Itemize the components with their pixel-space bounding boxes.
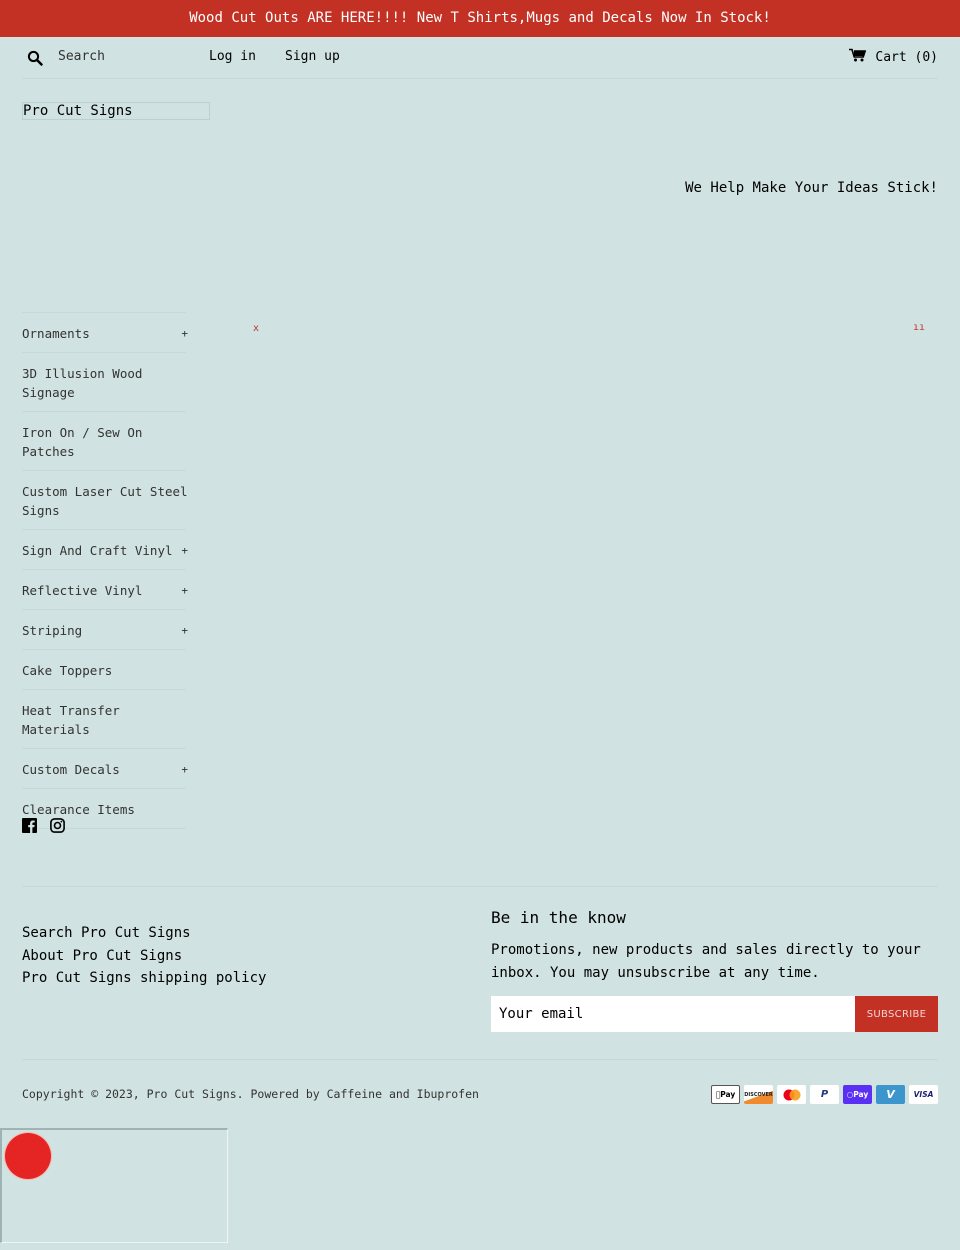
sidebar-item-heat-transfer[interactable]: Heat Transfer Materials	[22, 690, 186, 749]
sidebar-item-ornaments[interactable]: Ornaments +	[22, 313, 188, 353]
site-header: Log in Sign up Cart (0)	[22, 37, 938, 79]
sidebar-item-label: Striping	[22, 623, 83, 638]
site-logo[interactable]: Pro Cut Signs	[22, 102, 210, 120]
instagram-icon[interactable]	[50, 818, 65, 837]
expand-icon[interactable]: +	[181, 760, 188, 779]
cart-link[interactable]: Cart (0)	[849, 48, 938, 66]
chat-bubble-icon[interactable]	[5, 1133, 51, 1179]
sidebar-item-striping[interactable]: Striping +	[22, 610, 188, 650]
venmo-icon: V	[876, 1085, 905, 1104]
visa-icon: VISA	[909, 1085, 938, 1104]
sidebar-item-reflective-vinyl[interactable]: Reflective Vinyl +	[22, 570, 188, 610]
signup-link[interactable]: Sign up	[285, 49, 340, 64]
newsletter-section: Be in the know Promotions, new products …	[491, 908, 938, 1032]
search-icon[interactable]	[24, 47, 46, 69]
footer-link-search[interactable]: Search Pro Cut Signs	[22, 922, 266, 945]
announcement-text[interactable]: Wood Cut Outs ARE HERE!!!! New T Shirts,…	[189, 10, 771, 26]
search-input[interactable]	[58, 48, 188, 64]
sidebar-item-3d-illusion-wood-signage[interactable]: 3D Illusion Wood Signage	[22, 353, 186, 412]
sidebar-item-sign-and-craft-vinyl[interactable]: Sign And Craft Vinyl +	[22, 530, 188, 570]
footer-link-about[interactable]: About Pro Cut Signs	[22, 945, 266, 968]
sidebar-item-label: Custom Decals	[22, 762, 120, 777]
facebook-icon[interactable]	[22, 818, 37, 837]
apple-pay-icon: Pay	[711, 1085, 740, 1104]
expand-icon[interactable]: +	[181, 581, 188, 600]
sidebar-item-label: Reflective Vinyl	[22, 583, 143, 598]
footer-link-shipping[interactable]: Pro Cut Signs shipping policy	[22, 967, 266, 990]
payment-icons: Pay DISCOVER P ○Pay V VISA	[711, 1085, 938, 1104]
sidebar-item-custom-decals[interactable]: Custom Decals +	[22, 749, 188, 789]
sidebar-item-label: 3D Illusion Wood Signage	[22, 366, 143, 400]
newsletter-text: Promotions, new products and sales direc…	[491, 942, 921, 981]
sidebar-item-label: Ornaments	[22, 326, 90, 341]
paypal-icon: P	[810, 1085, 839, 1104]
sidebar-item-label: Iron On / Sew On Patches	[22, 425, 143, 459]
footer-divider	[22, 886, 938, 887]
sidebar-item-cake-toppers[interactable]: Cake Toppers	[22, 650, 186, 690]
newsletter-title: Be in the know	[491, 908, 626, 927]
footer-divider	[22, 1059, 938, 1060]
expand-icon[interactable]: +	[181, 324, 188, 343]
expand-icon[interactable]: +	[181, 541, 188, 560]
shop-pay-icon: ○Pay	[843, 1085, 872, 1104]
logo-text: Pro Cut Signs	[23, 103, 133, 119]
discover-icon: DISCOVER	[744, 1085, 773, 1104]
sidebar-item-label: Cake Toppers	[22, 663, 113, 678]
newsletter-form: SUBSCRIBE	[491, 996, 938, 1032]
sidebar-item-label: Heat Transfer Materials	[22, 703, 120, 737]
cart-label: Cart (0)	[875, 49, 938, 65]
mastercard-icon	[777, 1085, 806, 1104]
social-links	[22, 818, 65, 837]
email-field[interactable]	[491, 996, 855, 1032]
expand-icon[interactable]: +	[181, 621, 188, 640]
subscribe-button[interactable]: SUBSCRIBE	[855, 996, 938, 1032]
sidebar-nav: Ornaments + 3D Illusion Wood Signage Iron…	[22, 312, 188, 829]
sidebar-item-patches[interactable]: Iron On / Sew On Patches	[22, 412, 186, 471]
broken-image-icon: x	[253, 323, 260, 334]
sidebar-item-steel-signs[interactable]: Custom Laser Cut Steel Signs	[22, 471, 188, 530]
footer-links: Search Pro Cut Signs About Pro Cut Signs…	[22, 922, 266, 990]
announcement-bar[interactable]: Wood Cut Outs ARE HERE!!!! New T Shirts,…	[0, 0, 960, 37]
cart-icon	[849, 48, 867, 66]
sidebar-item-label: Clearance Items	[22, 802, 135, 817]
search-form	[22, 37, 192, 79]
sidebar-item-label: Custom Laser Cut Steel Signs	[22, 484, 188, 518]
copyright-text: Copyright © 2023, Pro Cut Signs. Powered…	[22, 1087, 479, 1101]
broken-image-icon: ıı	[913, 322, 926, 333]
sidebar-item-label: Sign And Craft Vinyl	[22, 543, 173, 558]
tagline: We Help Make Your Ideas Stick!	[685, 180, 938, 196]
embedded-widget-frame[interactable]	[0, 1128, 228, 1243]
login-link[interactable]: Log in	[209, 49, 256, 64]
